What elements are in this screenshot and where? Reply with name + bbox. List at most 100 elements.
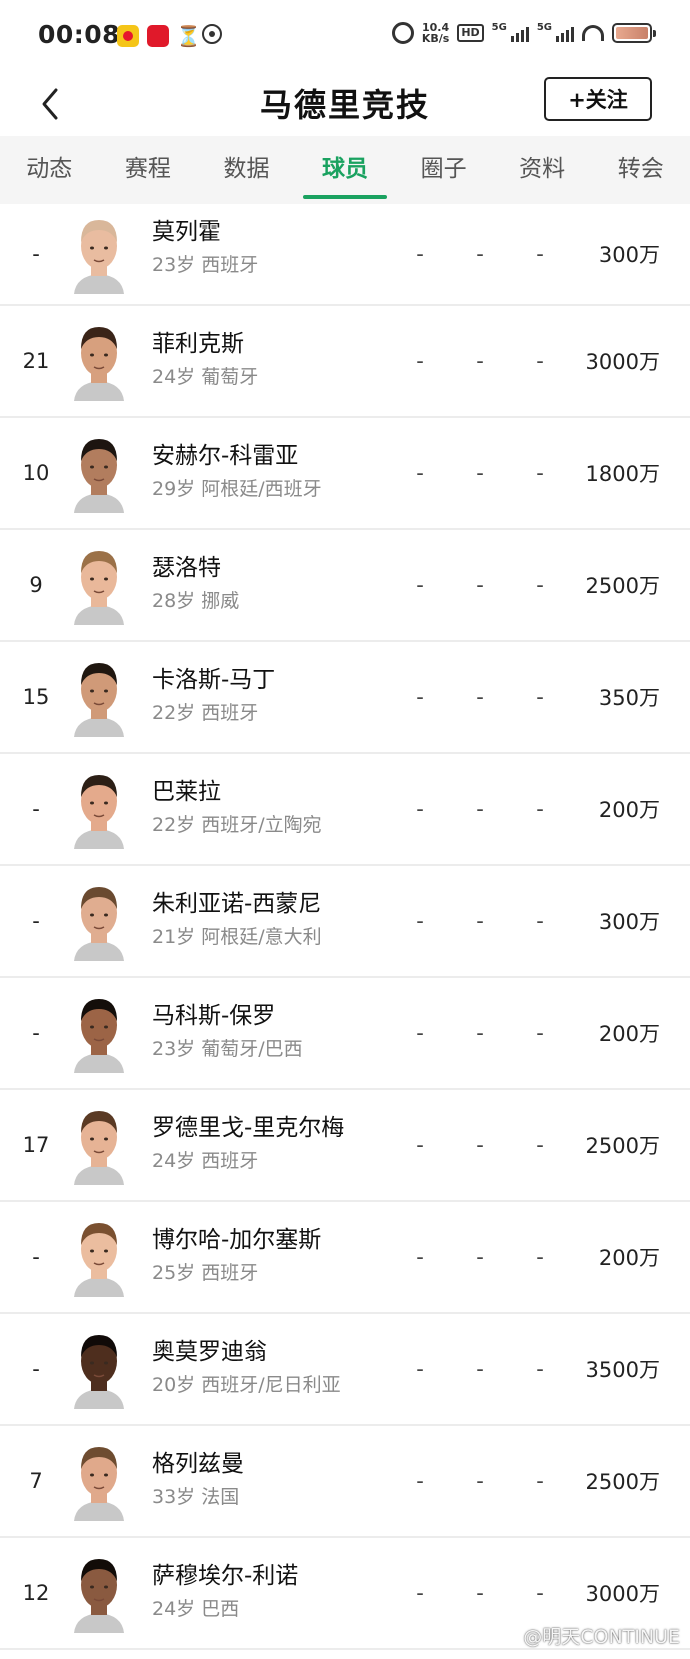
- hourglass-icon: ⏳: [176, 24, 201, 48]
- jersey-number: -: [32, 1021, 40, 1045]
- alarm-icon: [391, 22, 414, 44]
- stat-value: -: [416, 909, 424, 933]
- player-row[interactable]: - 博尔哈-加尔塞斯 25岁 西班牙 - - - 200万: [0, 1202, 690, 1314]
- jersey-number: 9: [29, 573, 43, 597]
- market-value: 200万: [598, 1022, 660, 1046]
- player-avatar: [74, 439, 124, 513]
- player-name: 朱利亚诺-西蒙尼: [152, 891, 322, 917]
- status-time: 00:08: [38, 20, 121, 49]
- player-row[interactable]: 15 卡洛斯-马丁 22岁 西班牙 - - - 350万: [0, 642, 690, 754]
- player-row[interactable]: - 马科斯-保罗 23岁 葡萄牙/巴西 - - - 200万: [0, 978, 690, 1090]
- player-list: - 莫列霍 23岁 西班牙 - - - 300万 21 菲利克斯 24岁 葡萄牙 - - - 3000万 1…: [0, 204, 690, 1650]
- wifi-icon: [582, 25, 604, 41]
- tab-6[interactable]: 转会: [591, 136, 690, 204]
- player-row[interactable]: - 奥莫罗迪翁 20岁 西班牙/尼日利亚 - - - 3500万: [0, 1314, 690, 1426]
- market-value: 200万: [598, 1246, 660, 1270]
- stat-value: -: [536, 909, 544, 933]
- tab-0[interactable]: 动态: [0, 136, 99, 204]
- battery-icon: [612, 23, 656, 43]
- player-name: 安赫尔-科雷亚: [152, 443, 299, 469]
- stat-value: -: [416, 797, 424, 821]
- market-value: 2500万: [585, 1134, 660, 1158]
- stat-value: -: [476, 1245, 484, 1269]
- market-value: 1800万: [585, 462, 660, 486]
- market-value: 3500万: [585, 1358, 660, 1382]
- player-row[interactable]: - 莫列霍 23岁 西班牙 - - - 300万: [0, 204, 690, 306]
- status-indicators: 10.4 KB/s HD 5G 5G: [391, 22, 656, 44]
- player-avatar: [74, 220, 124, 294]
- tab-1[interactable]: 赛程: [99, 136, 198, 204]
- player-row[interactable]: 7 格列兹曼 33岁 法国 - - - 2500万: [0, 1426, 690, 1538]
- stat-value: -: [416, 1133, 424, 1157]
- player-row[interactable]: 21 菲利克斯 24岁 葡萄牙 - - - 3000万: [0, 306, 690, 418]
- stat-value: -: [536, 1245, 544, 1269]
- player-avatar: [74, 887, 124, 961]
- network-speed: 10.4 KB/s: [422, 22, 449, 44]
- hd-voice-icon: HD: [457, 24, 484, 42]
- stat-value: -: [536, 349, 544, 373]
- stat-value: -: [476, 349, 484, 373]
- player-age-nationality: 23岁 西班牙: [152, 254, 259, 276]
- stat-value: -: [416, 685, 424, 709]
- network-type-label: 5G: [536, 22, 552, 33]
- player-avatar: [74, 1559, 124, 1633]
- stat-value: -: [476, 685, 484, 709]
- stat-value: -: [536, 573, 544, 597]
- stat-value: -: [536, 1357, 544, 1381]
- player-avatar: [74, 1223, 124, 1297]
- player-age-nationality: 22岁 西班牙/立陶宛: [152, 814, 322, 836]
- jersey-number: -: [32, 242, 40, 266]
- market-value: 2500万: [585, 574, 660, 598]
- jersey-number: 15: [22, 685, 50, 709]
- jersey-number: 21: [22, 349, 50, 373]
- stat-value: -: [416, 1469, 424, 1493]
- weibo-app-icon: [117, 25, 139, 47]
- player-name: 马科斯-保罗: [152, 1003, 276, 1029]
- player-age-nationality: 24岁 西班牙: [152, 1150, 259, 1172]
- signal-icon: [510, 24, 529, 42]
- player-row[interactable]: 9 瑟洛特 28岁 挪威 - - - 2500万: [0, 530, 690, 642]
- tab-2[interactable]: 数据: [197, 136, 296, 204]
- player-age-nationality: 22岁 西班牙: [152, 702, 259, 724]
- stat-value: -: [536, 1133, 544, 1157]
- stat-value: -: [416, 349, 424, 373]
- stat-value: -: [476, 1581, 484, 1605]
- network-type-label: 5G: [491, 22, 507, 33]
- player-age-nationality: 33岁 法国: [152, 1486, 240, 1508]
- market-value: 2500万: [585, 1470, 660, 1494]
- tab-3[interactable]: 球员: [296, 136, 395, 204]
- player-age-nationality: 29岁 阿根廷/西班牙: [152, 478, 322, 500]
- jersey-number: 12: [22, 1581, 50, 1605]
- stat-value: -: [476, 242, 484, 266]
- stat-value: -: [476, 797, 484, 821]
- player-name: 巴莱拉: [152, 779, 221, 805]
- stat-value: -: [476, 1133, 484, 1157]
- player-avatar: [74, 1447, 124, 1521]
- player-avatar: [74, 999, 124, 1073]
- tab-4[interactable]: 圈子: [394, 136, 493, 204]
- market-value: 300万: [598, 243, 660, 267]
- market-value: 3000万: [585, 350, 660, 374]
- market-value: 350万: [598, 686, 660, 710]
- player-age-nationality: 24岁 巴西: [152, 1598, 240, 1620]
- player-name: 菲利克斯: [152, 331, 244, 357]
- player-age-nationality: 21岁 阿根廷/意大利: [152, 926, 322, 948]
- player-name: 莫列霍: [152, 219, 221, 245]
- player-row[interactable]: - 朱利亚诺-西蒙尼 21岁 阿根廷/意大利 - - - 300万: [0, 866, 690, 978]
- news-app-icon: [147, 25, 169, 47]
- jersey-number: 17: [22, 1133, 50, 1157]
- tab-5[interactable]: 资料: [493, 136, 592, 204]
- stat-value: -: [476, 573, 484, 597]
- player-row[interactable]: - 巴莱拉 22岁 西班牙/立陶宛 - - - 200万: [0, 754, 690, 866]
- follow-button[interactable]: +关注: [544, 77, 652, 121]
- player-row[interactable]: 10 安赫尔-科雷亚 29岁 阿根廷/西班牙 - - - 1800万: [0, 418, 690, 530]
- stat-value: -: [536, 797, 544, 821]
- player-age-nationality: 25岁 西班牙: [152, 1262, 259, 1284]
- player-name: 格列兹曼: [152, 1451, 244, 1477]
- player-avatar: [74, 327, 124, 401]
- battery-level: [616, 27, 648, 39]
- player-name: 瑟洛特: [152, 555, 221, 581]
- player-age-nationality: 28岁 挪威: [152, 590, 240, 612]
- player-age-nationality: 23岁 葡萄牙/巴西: [152, 1038, 303, 1060]
- player-row[interactable]: 17 罗德里戈-里克尔梅 24岁 西班牙 - - - 2500万: [0, 1090, 690, 1202]
